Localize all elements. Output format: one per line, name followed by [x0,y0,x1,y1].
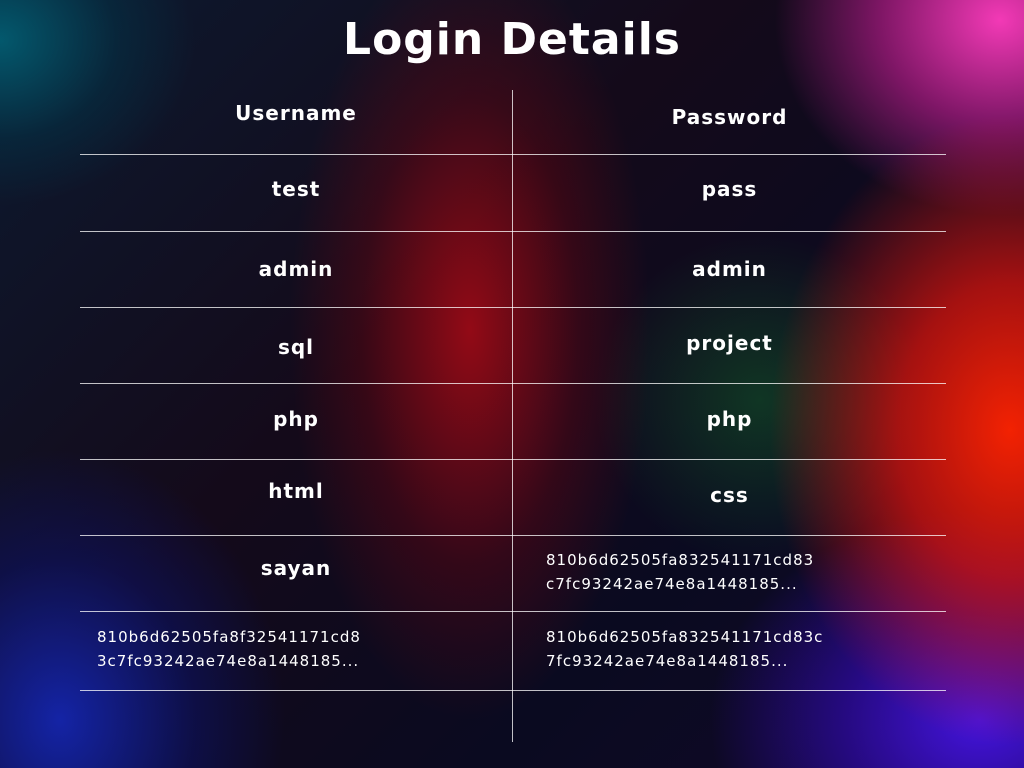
username-cell: admin [258,257,334,281]
username-cell: sayan [260,556,332,580]
username-cell: 810b6d62505fa8f32541171cd8 3c7fc93242ae7… [97,628,361,670]
row-divider [80,690,946,691]
row-divider [80,383,946,384]
row-divider [80,154,946,155]
username-cell: html [268,479,324,503]
password-cell: php [706,407,753,431]
row-divider [80,459,946,460]
password-cell: project [686,331,773,355]
row-divider [80,535,946,536]
header-password: Password [671,105,788,129]
username-cell: php [273,407,319,431]
row-divider [80,307,946,308]
password-cell: 810b6d62505fa832541171cd83 c7fc93242ae74… [546,551,815,593]
password-cell: pass [701,177,758,201]
password-cell: admin [692,257,767,281]
row-divider [80,231,946,232]
password-cell: css [710,483,749,507]
page-title: Login Details [343,14,681,65]
row-divider [80,611,946,612]
username-cell: sql [277,335,315,359]
username-cell: test [271,177,321,201]
header-username: Username [235,101,357,125]
password-cell: 810b6d62505fa832541171cd83c 7fc93242ae74… [546,628,824,670]
